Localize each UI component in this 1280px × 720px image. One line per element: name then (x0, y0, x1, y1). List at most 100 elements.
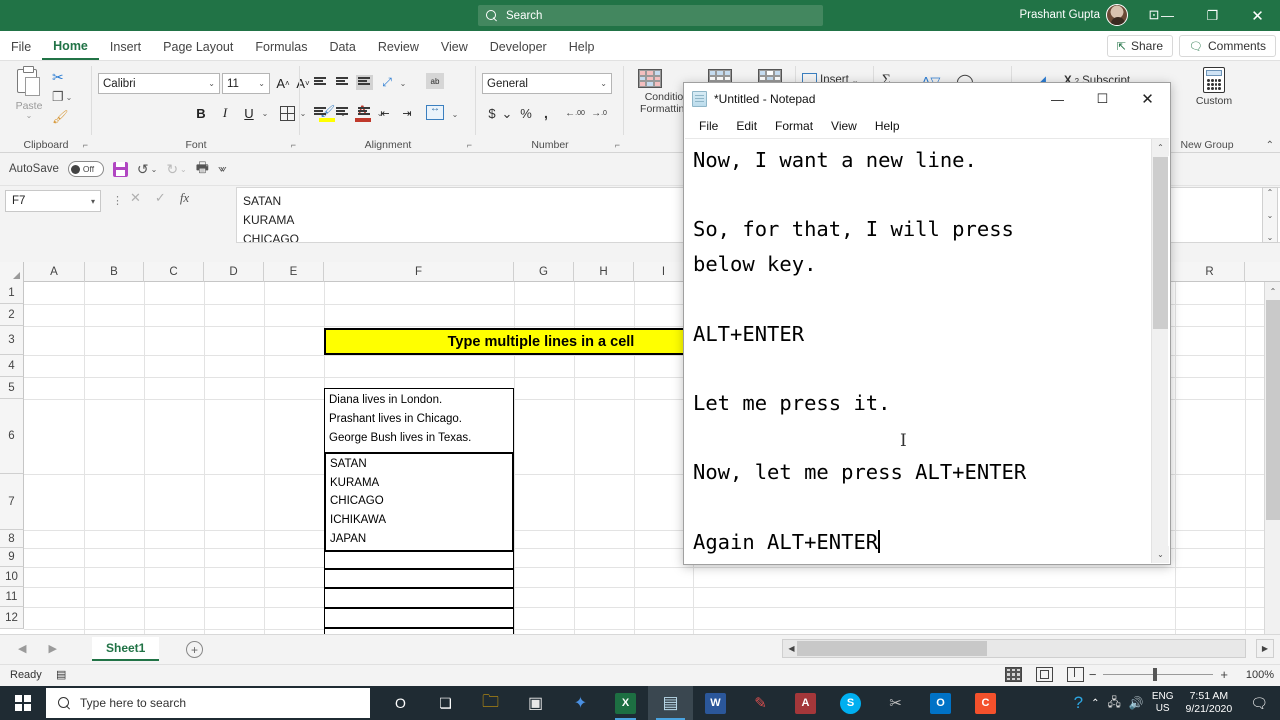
scroll-up-icon[interactable]: ⌃ (1267, 188, 1274, 197)
align-left-button[interactable] (312, 105, 329, 120)
formula-bar-scrollbar[interactable]: ⌃ ⌄ ⌄ (1262, 187, 1278, 243)
row-header-8[interactable]: 8 (0, 530, 24, 548)
macro-record-icon[interactable]: ▤ (56, 668, 66, 681)
sheet-tab-sheet1[interactable]: Sheet1 (92, 637, 160, 661)
show-hidden-icons-icon[interactable]: ⌃ (1091, 698, 1099, 709)
action-center-icon[interactable]: 🗨 (1244, 695, 1274, 712)
borders-button[interactable] (278, 103, 296, 123)
scroll-up-icon[interactable]: ⌃ (1266, 284, 1280, 298)
font-size-box[interactable]: 11 ⌄ (222, 73, 270, 94)
alignment-dialog-launcher[interactable]: ⌐ (467, 140, 472, 150)
row-header-10[interactable]: 10 (0, 567, 24, 587)
taskbar-file-explorer-icon[interactable]: 🗀 (468, 686, 513, 720)
notepad-menu-view[interactable]: View (822, 117, 866, 135)
merge-dropdown-icon[interactable]: ⌄ (450, 107, 460, 121)
enter-formula-button[interactable]: ✓ (155, 190, 166, 206)
notepad-menu-help[interactable]: Help (866, 117, 909, 135)
tab-formulas[interactable]: Formulas (244, 34, 318, 60)
tab-insert[interactable]: Insert (99, 34, 152, 60)
row-header-12[interactable]: 12 (0, 607, 24, 629)
page-break-preview-button[interactable] (1067, 667, 1084, 682)
orientation-dropdown-icon[interactable]: ⌄ (398, 76, 408, 90)
close-button[interactable]: ✕ (1235, 0, 1280, 31)
save-button[interactable] (112, 161, 128, 177)
increase-font-size-button[interactable]: A ˄ (274, 73, 292, 94)
currency-dropdown-icon[interactable]: ⌄ (502, 106, 513, 122)
horizontal-scrollbar[interactable] (782, 639, 1246, 658)
scroll-up-icon[interactable]: ⌃ (1152, 139, 1169, 156)
taskbar-word-icon[interactable]: W (693, 686, 738, 720)
zoom-slider[interactable] (1103, 667, 1214, 681)
tab-data[interactable]: Data (318, 34, 366, 60)
notepad-scrollbar[interactable]: ⌃ ⌄ (1151, 139, 1169, 563)
user-account[interactable]: Prashant Gupta (1019, 4, 1128, 26)
restore-button[interactable]: ❐ (1190, 0, 1235, 31)
cell-f11[interactable] (324, 608, 514, 628)
row-header-5[interactable]: 5 (0, 377, 24, 399)
scroll-right-icon[interactable]: ▶ (1256, 639, 1274, 658)
cell-f7-selected[interactable]: SATAN KURAMA CHICAGO ICHIKAWA JAPAN (324, 452, 514, 552)
align-bottom-button[interactable] (356, 75, 373, 90)
taskbar-microsoft-store-icon[interactable]: ▣ (513, 686, 558, 720)
insert-function-button[interactable]: fx (180, 190, 189, 206)
notepad-maximize-button[interactable]: ☐ (1080, 83, 1125, 115)
notepad-body[interactable]: Now, I want a new line. So, for that, I … (685, 138, 1169, 563)
tab-page-layout[interactable]: Page Layout (152, 34, 244, 60)
column-header-a[interactable]: A (24, 262, 85, 282)
taskbar-camtasia-icon[interactable]: C (963, 686, 1008, 720)
excel-search-box[interactable]: Search (478, 5, 823, 26)
expand-formula-bar-icon[interactable]: ⌄ (1267, 233, 1274, 242)
taskbar-search-box[interactable]: Type here to search (46, 688, 370, 718)
cut-button[interactable]: ✂ (50, 67, 84, 87)
row-header-9[interactable]: 9 (0, 548, 24, 567)
row-header-7[interactable]: 7 (0, 474, 24, 530)
clipboard-dialog-launcher[interactable]: ⌐ (83, 140, 88, 150)
scroll-down-icon[interactable]: ⌄ (1152, 546, 1169, 563)
cell-f10[interactable] (324, 588, 514, 608)
custom-button[interactable]: Custom (1188, 67, 1240, 107)
tab-review[interactable]: Review (367, 34, 430, 60)
scroll-down-icon[interactable]: ⌄ (1267, 211, 1274, 220)
merge-and-center-button[interactable] (426, 103, 444, 120)
column-header-r[interactable]: R (1175, 262, 1245, 282)
ribbon-collapse-icon[interactable]: ⌃ (1266, 140, 1274, 151)
notepad-menu-file[interactable]: File (690, 117, 727, 135)
zoom-percentage[interactable]: 100% (1246, 669, 1274, 681)
zoom-slider-thumb[interactable] (1153, 667, 1158, 681)
tab-view[interactable]: View (430, 34, 479, 60)
quick-print-button[interactable]: 🖶 (196, 157, 209, 181)
help-icon[interactable]: ? (1074, 693, 1083, 713)
font-dialog-launcher[interactable]: ⌐ (291, 140, 296, 150)
taskbar-notepad-icon[interactable]: ▤ (648, 686, 693, 720)
scroll-thumb[interactable] (1153, 157, 1168, 329)
tab-help[interactable]: Help (558, 34, 606, 60)
increase-indent-button[interactable]: ⇥ (398, 105, 416, 121)
column-header-e[interactable]: E (264, 262, 324, 282)
select-all-corner[interactable] (0, 262, 24, 282)
scroll-thumb[interactable] (797, 641, 987, 656)
increase-decimal-button[interactable]: ← .00 (564, 104, 586, 122)
tab-file[interactable]: File (0, 34, 42, 60)
align-right-button[interactable] (356, 105, 373, 120)
customize-quick-access-button[interactable]: ⩖ (218, 163, 227, 176)
tab-developer[interactable]: Developer (479, 34, 558, 60)
taskbar-access-icon[interactable]: A (783, 686, 828, 720)
notepad-window[interactable]: *Untitled - Notepad — ☐ ✕ File Edit Form… (683, 82, 1171, 565)
align-center-button[interactable] (334, 105, 351, 120)
undo-button[interactable]: ↺ ⌄ (137, 161, 157, 178)
formula-bar-grip[interactable]: ⋮ (112, 194, 124, 207)
share-button[interactable]: ⇱ Share (1106, 35, 1174, 57)
underline-dropdown-icon[interactable]: ⌄ (260, 105, 270, 121)
row-header-3[interactable]: 3 (0, 326, 24, 355)
name-box[interactable]: F7 ▾ (5, 190, 101, 212)
page-layout-view-button[interactable] (1036, 667, 1053, 682)
zoom-in-button[interactable]: + (1220, 667, 1228, 682)
redo-button[interactable]: ↻ ⌄ (166, 161, 186, 178)
add-sheet-button[interactable]: + (186, 641, 203, 658)
orientation-button[interactable]: ⤢ (378, 73, 396, 91)
column-header-f[interactable]: F (324, 262, 514, 282)
taskbar-outlook-icon[interactable]: O (918, 686, 963, 720)
decrease-indent-button[interactable]: ⇤ (376, 105, 394, 121)
column-header-h[interactable]: H (574, 262, 634, 282)
number-format-box[interactable]: General ⌄ (482, 73, 612, 94)
